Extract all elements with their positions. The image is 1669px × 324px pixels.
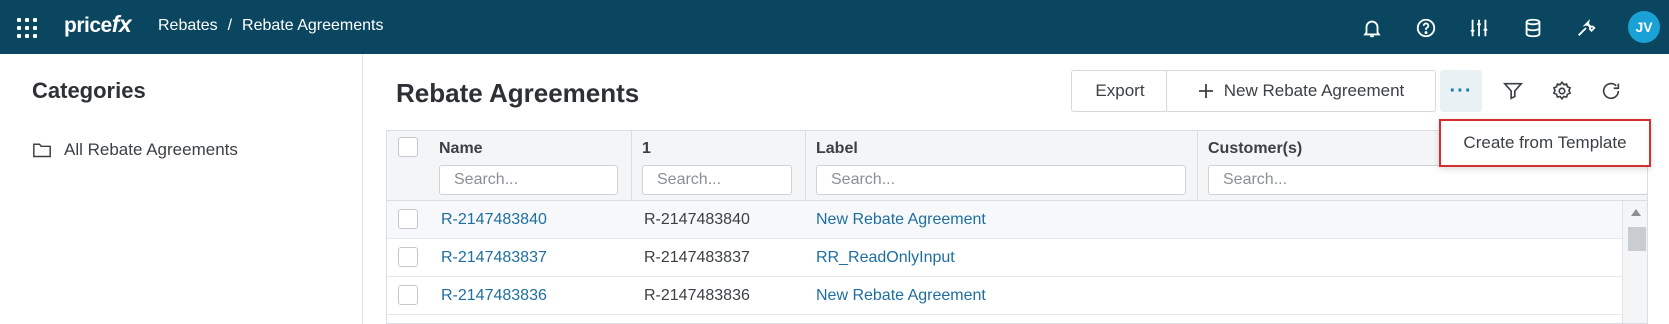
column-1: 1 [632, 131, 806, 201]
apps-grid-icon[interactable] [17, 18, 37, 38]
table-row[interactable]: R-2147483840 R-2147483840 New Rebate Agr… [387, 201, 1622, 239]
database-icon[interactable] [1522, 17, 1544, 39]
page-title: Rebate Agreements [396, 78, 640, 108]
label-search-input[interactable] [816, 165, 1186, 195]
help-icon[interactable] [1415, 17, 1437, 39]
menu-item-create-from-template[interactable]: Create from Template [1463, 133, 1626, 153]
more-icon: ··· [1449, 79, 1473, 102]
new-rebate-agreement-button[interactable]: New Rebate Agreement [1166, 70, 1436, 112]
folder-icon [33, 143, 51, 158]
row-checkbox[interactable] [398, 285, 418, 305]
breadcrumb-separator: / [227, 17, 233, 34]
breadcrumb-parent[interactable]: Rebates [158, 17, 218, 35]
scroll-thumb[interactable] [1628, 227, 1646, 251]
row-checkbox[interactable] [398, 209, 418, 229]
more-actions-menu: Create from Template [1439, 119, 1651, 167]
row-label-link[interactable]: RR_ReadOnlyInput [816, 249, 955, 267]
breadcrumb-current: Rebate Agreements [242, 17, 384, 34]
row-id: R-2147483840 [644, 211, 750, 228]
table-row[interactable]: R-2147483837 R-2147483837 RR_ReadOnlyInp… [387, 239, 1622, 277]
logo-text: price [64, 14, 112, 37]
sidebar-item-label: All Rebate Agreements [64, 140, 238, 159]
name-search-input[interactable] [439, 165, 618, 195]
refresh-icon[interactable] [1600, 80, 1622, 102]
select-all-checkbox[interactable] [398, 137, 418, 157]
row-name-link[interactable]: R-2147483837 [441, 249, 547, 267]
row-id: R-2147483837 [644, 249, 750, 266]
id-search-input[interactable] [642, 165, 792, 195]
column-name: Name [429, 131, 632, 201]
row-id: R-2147483836 [644, 287, 750, 304]
row-checkbox[interactable] [398, 247, 418, 267]
gear-icon[interactable] [1551, 80, 1573, 102]
customers-search-input[interactable] [1208, 165, 1647, 195]
new-rebate-agreement-label: New Rebate Agreement [1223, 81, 1405, 100]
column-header-label[interactable]: Label [816, 140, 858, 158]
wrench-icon[interactable] [1575, 17, 1597, 39]
sliders-icon[interactable] [1468, 17, 1490, 39]
categories-sidebar: Categories All Rebate Agreements [0, 54, 363, 324]
more-actions-button[interactable]: ··· [1440, 70, 1482, 112]
user-avatar[interactable]: JV [1628, 11, 1660, 43]
row-label-link[interactable]: New Rebate Agreement [816, 287, 986, 305]
breadcrumb: Rebates / Rebate Agreements [158, 17, 383, 35]
column-header-name[interactable]: Name [439, 140, 483, 158]
row-name-link[interactable]: R-2147483840 [441, 211, 547, 229]
export-button-label: Export [1095, 81, 1145, 100]
vertical-scrollbar[interactable] [1622, 201, 1647, 323]
row-label-link[interactable]: New Rebate Agreement [816, 211, 986, 229]
row-name-link[interactable]: R-2147483836 [441, 287, 547, 305]
plus-icon [1198, 84, 1213, 98]
top-bar: pricefx Rebates / Rebate Agreements JV [0, 0, 1669, 54]
logo-accent: fx [111, 11, 132, 37]
bell-icon[interactable] [1361, 17, 1383, 39]
export-button[interactable]: Export [1071, 70, 1169, 112]
column-header-customers[interactable]: Customer(s) [1208, 140, 1302, 158]
scroll-up-arrow-icon[interactable] [1631, 209, 1641, 216]
column-label: Label [806, 131, 1198, 201]
filter-icon[interactable] [1502, 80, 1524, 102]
pricefx-logo[interactable]: pricefx [64, 11, 132, 38]
sidebar-title: Categories [32, 78, 146, 103]
column-header-1[interactable]: 1 [642, 140, 651, 158]
table-row[interactable]: R-2147483836 R-2147483836 New Rebate Agr… [387, 277, 1622, 315]
sidebar-item-all-rebate-agreements[interactable]: All Rebate Agreements [32, 140, 238, 160]
